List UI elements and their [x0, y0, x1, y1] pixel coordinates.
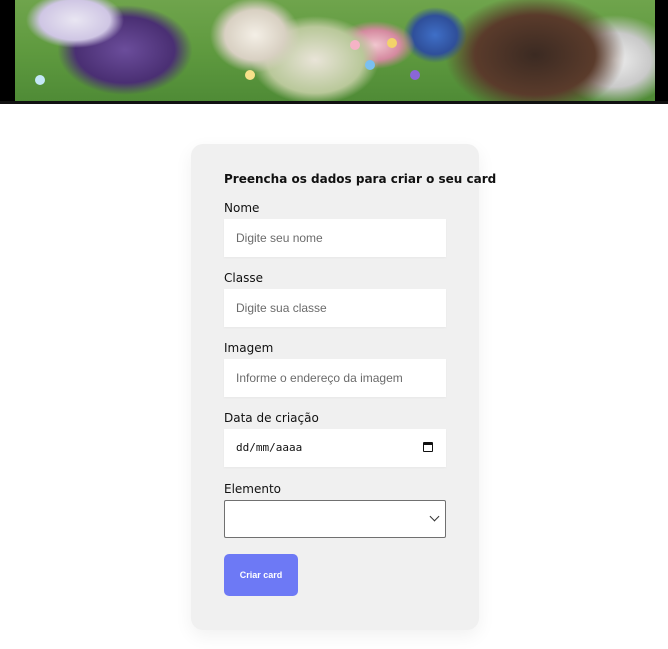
date-label: Data de criação: [224, 411, 319, 425]
element-select[interactable]: [224, 500, 446, 538]
chevron-down-icon: [429, 511, 440, 522]
class-label: Classe: [224, 271, 263, 285]
class-input[interactable]: [224, 289, 446, 327]
card-form: Preencha os dados para criar o seu card …: [191, 144, 496, 630]
banner: [0, 0, 668, 104]
date-input[interactable]: dd/mm/aaaa: [224, 429, 446, 467]
banner-image: [15, 0, 655, 101]
calendar-icon[interactable]: [423, 442, 433, 452]
create-card-button[interactable]: Criar card: [224, 554, 298, 596]
element-label: Elemento: [224, 482, 282, 496]
image-input[interactable]: [224, 359, 446, 397]
name-label: Nome: [224, 201, 260, 215]
date-value: dd/mm/aaaa: [236, 441, 303, 454]
name-input[interactable]: [224, 219, 446, 257]
form-title: Preencha os dados para criar o seu card: [224, 172, 497, 186]
image-label: Imagem: [224, 341, 274, 355]
banner-divider: [0, 101, 668, 104]
